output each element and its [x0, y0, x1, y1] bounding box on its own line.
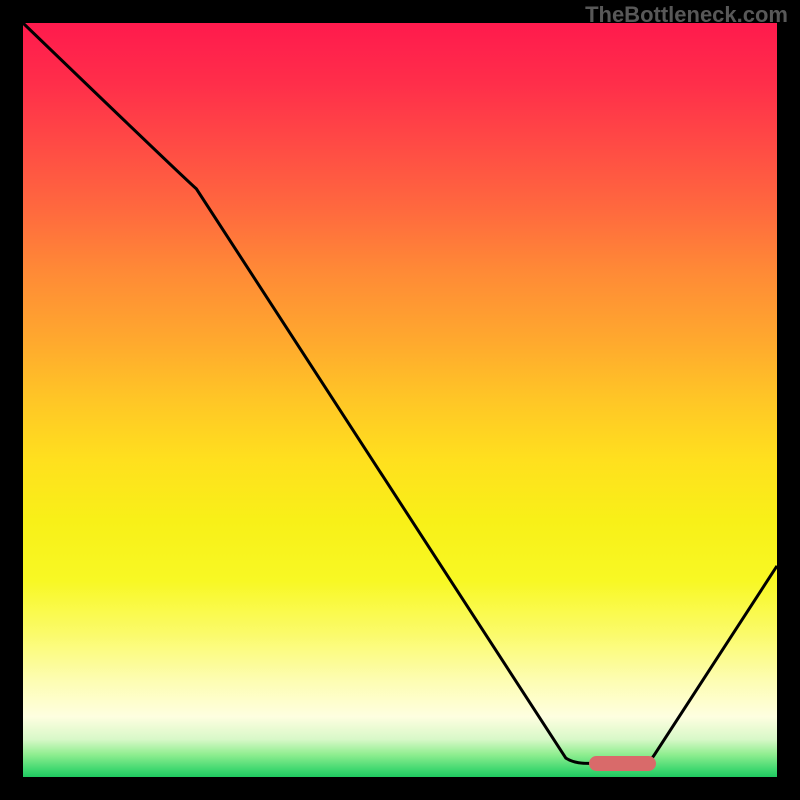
plot-area: [23, 23, 777, 777]
watermark-text: TheBottleneck.com: [585, 2, 788, 28]
optimal-range-marker: [589, 756, 657, 771]
bottleneck-curve: [23, 23, 777, 777]
curve-path: [23, 23, 777, 763]
